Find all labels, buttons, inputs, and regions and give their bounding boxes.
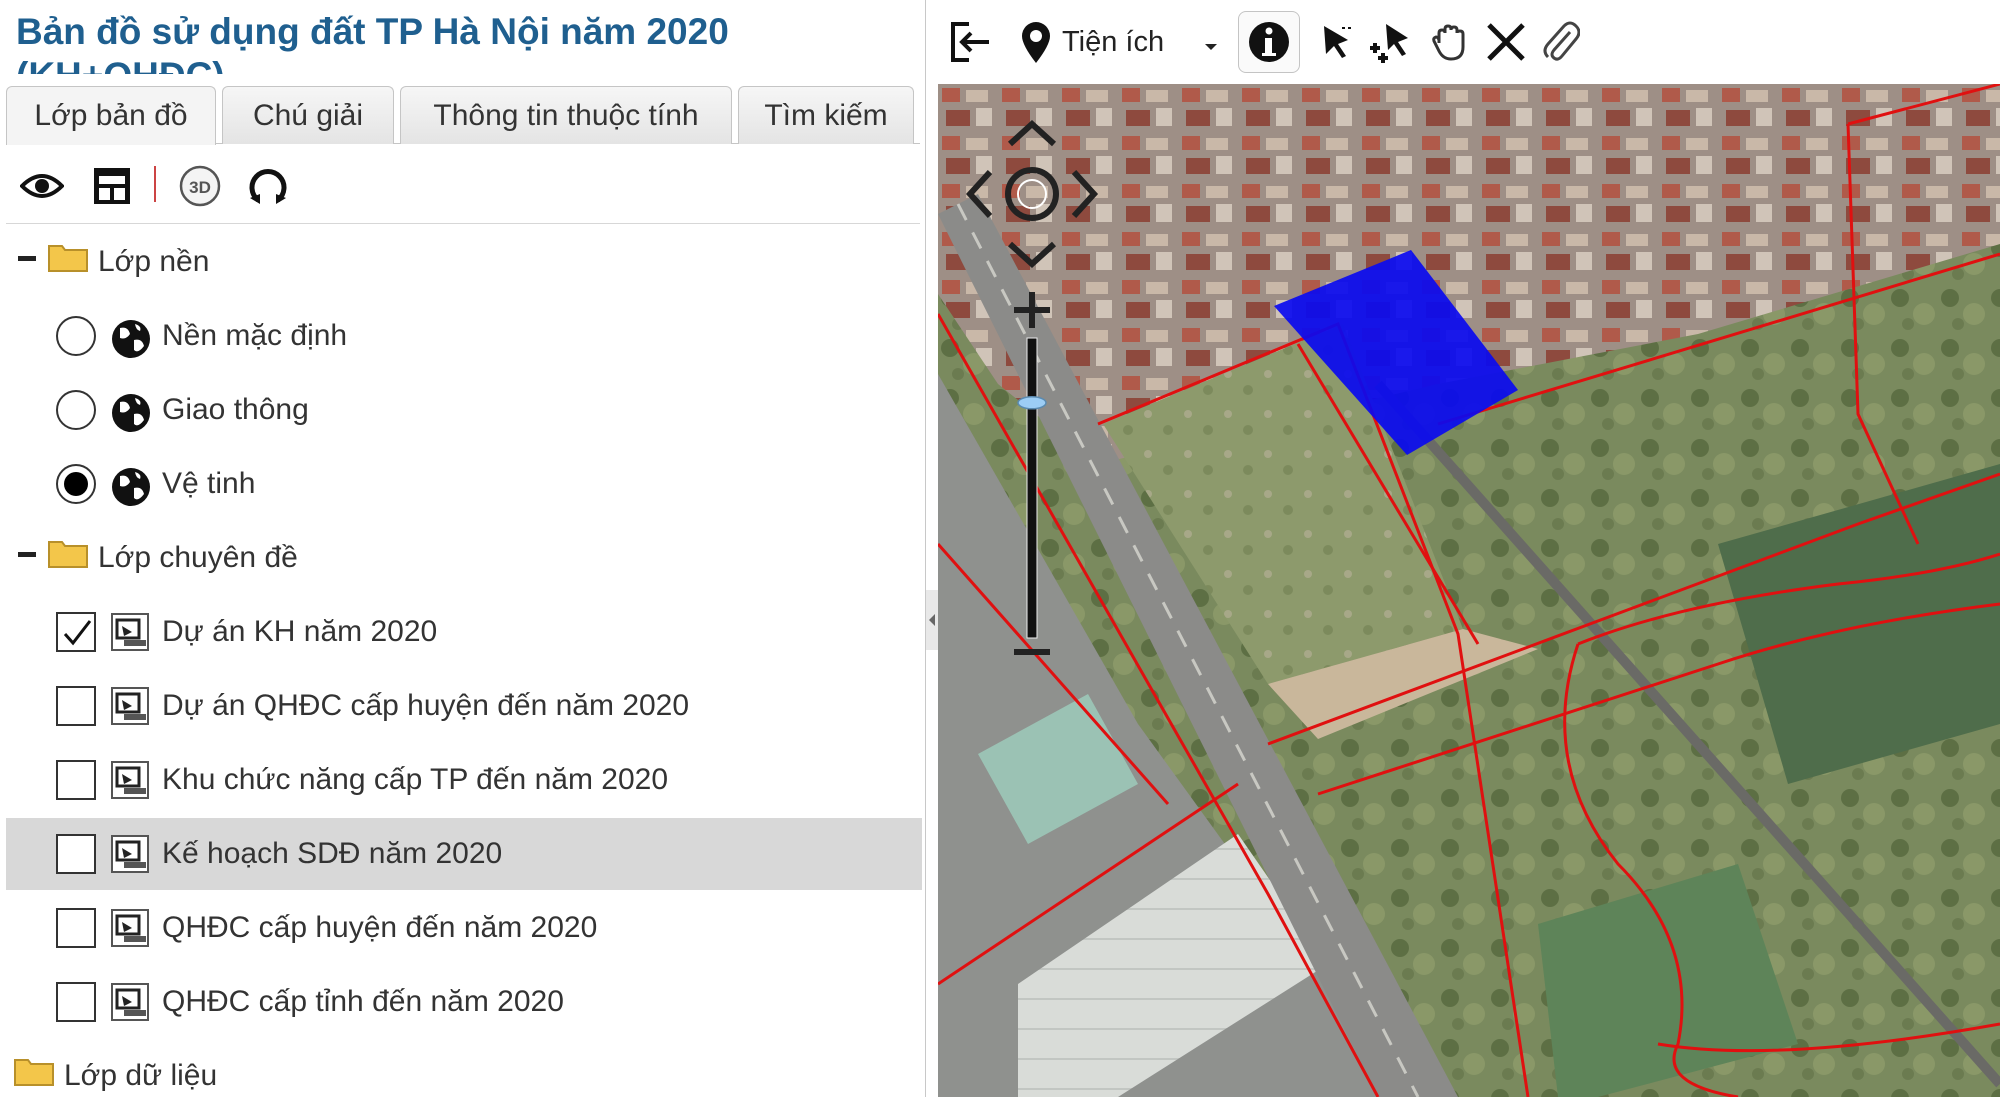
checkbox-checked[interactable] xyxy=(56,612,96,652)
tree-item-label: Vệ tinh xyxy=(162,467,256,500)
tree-item-label: QHĐC cấp tỉnh đến năm 2020 xyxy=(162,985,564,1018)
info-button[interactable] xyxy=(1238,11,1300,73)
layer-icon xyxy=(111,761,149,799)
pan-down-icon[interactable] xyxy=(1007,241,1057,269)
pin-icon[interactable] xyxy=(1016,16,1056,68)
tree-item-functional-zone[interactable]: Khu chức năng cấp TP đến năm 2020 xyxy=(6,744,922,816)
layer-icon xyxy=(111,613,149,651)
layer-icon xyxy=(111,687,149,725)
tab-attribute-info[interactable]: Thông tin thuộc tính xyxy=(400,86,732,144)
tree-item-land-use-plan[interactable]: Kế hoạch SDĐ năm 2020 xyxy=(6,818,922,890)
map-toolbar: Tiện ích xyxy=(938,0,2000,84)
select-arrow-icon[interactable] xyxy=(1314,16,1362,68)
tree-item-basemap-satellite[interactable]: Vệ tinh xyxy=(6,448,922,520)
tree-item-label: Khu chức năng cấp TP đến năm 2020 xyxy=(162,763,669,796)
toolbar-divider xyxy=(154,166,156,202)
zoom-slider-knob[interactable] xyxy=(1017,396,1047,410)
radio-button[interactable] xyxy=(56,316,96,356)
globe-icon xyxy=(112,394,150,432)
tree-group-label: Lớp chuyên đề xyxy=(98,541,298,574)
zoom-in-icon[interactable] xyxy=(1014,292,1050,328)
table-icon[interactable] xyxy=(88,162,136,210)
close-icon[interactable] xyxy=(1482,16,1530,68)
layer-tree: Lớp nền Nền mặc định Giao thông Vệ tinh xyxy=(0,226,925,1097)
multi-select-icon[interactable] xyxy=(1366,16,1418,68)
app-window: Bản đồ sử dụng đất TP Hà Nội năm 2020 (K… xyxy=(0,0,2000,1097)
folder-icon xyxy=(14,1059,54,1086)
tree-group-label: Lớp nền xyxy=(98,245,210,278)
pan-hand-icon[interactable] xyxy=(1426,16,1474,68)
tree-item-qhdc-district[interactable]: QHĐC cấp huyện đến năm 2020 xyxy=(6,892,922,964)
pan-right-icon[interactable] xyxy=(1071,169,1099,219)
check-icon xyxy=(63,620,92,646)
tab-map-layers[interactable]: Lớp bản đồ xyxy=(6,86,216,145)
tree-item-label: Giao thông xyxy=(162,393,309,426)
layer-panel: Bản đồ sử dụng đất TP Hà Nội năm 2020 (K… xyxy=(0,0,926,1097)
pan-left-icon[interactable] xyxy=(965,169,993,219)
tree-item-label: Kế hoạch SDĐ năm 2020 xyxy=(162,837,503,870)
checkbox[interactable] xyxy=(56,982,96,1022)
tree-item-label: Dự án KH năm 2020 xyxy=(162,615,438,648)
folder-icon xyxy=(48,541,88,568)
panel-tabs: Lớp bản đồ Chú giải Thông tin thuộc tính… xyxy=(6,86,920,145)
page-title: Bản đồ sử dụng đất TP Hà Nội năm 2020 (K… xyxy=(16,11,729,74)
radio-button[interactable] xyxy=(56,390,96,430)
radio-button-selected[interactable] xyxy=(56,464,96,504)
3d-icon[interactable]: 3D xyxy=(176,162,224,210)
tree-item-label: QHĐC cấp huyện đến năm 2020 xyxy=(162,911,598,944)
tree-item-label: Dự án QHĐC cấp huyện đến năm 2020 xyxy=(162,689,690,722)
tree-item-qhdc-province[interactable]: QHĐC cấp tỉnh đến năm 2020 xyxy=(6,966,922,1038)
tree-item-project-kh-2020[interactable]: Dự án KH năm 2020 xyxy=(6,596,922,668)
checkbox[interactable] xyxy=(56,834,96,874)
panel-collapse-handle[interactable] xyxy=(926,590,938,650)
tab-legend[interactable]: Chú giải xyxy=(222,86,394,144)
utilities-menu[interactable]: Tiện ích xyxy=(1062,16,1180,68)
refresh-icon[interactable] xyxy=(244,162,292,210)
layer-icon xyxy=(111,909,149,947)
layer-icon xyxy=(111,835,149,873)
tree-group-data[interactable]: Lớp dữ liệu xyxy=(6,1040,922,1097)
folder-icon xyxy=(48,245,88,272)
layer-toolbar: 3D xyxy=(6,148,920,224)
tree-group-base[interactable]: Lớp nền xyxy=(6,226,922,298)
tree-item-label: Nền mặc định xyxy=(162,319,348,352)
checkbox[interactable] xyxy=(56,686,96,726)
collapse-icon[interactable] xyxy=(18,552,36,557)
pan-up-icon[interactable] xyxy=(1007,119,1057,147)
svg-text:3D: 3D xyxy=(189,178,211,197)
tree-item-basemap-traffic[interactable]: Giao thông xyxy=(6,374,922,446)
eye-icon[interactable] xyxy=(18,162,66,210)
checkbox[interactable] xyxy=(56,760,96,800)
paperclip-icon[interactable] xyxy=(1536,16,1584,68)
globe-icon xyxy=(112,468,150,506)
collapse-icon[interactable] xyxy=(18,256,36,261)
globe-icon xyxy=(112,320,150,358)
checkbox[interactable] xyxy=(56,908,96,948)
zoom-slider-track[interactable] xyxy=(1026,337,1038,639)
tab-search[interactable]: Tìm kiếm xyxy=(738,86,914,144)
tree-group-label: Lớp dữ liệu xyxy=(64,1059,218,1092)
map-view: Tiện ích xyxy=(938,0,2000,1097)
map-navigation-control xyxy=(965,110,1106,670)
info-icon xyxy=(1249,22,1289,62)
layer-icon xyxy=(111,983,149,1021)
dropdown-caret-icon[interactable] xyxy=(1200,16,1222,68)
tree-group-thematic[interactable]: Lớp chuyên đề xyxy=(6,522,922,594)
exit-icon[interactable] xyxy=(946,16,996,68)
tree-item-project-qhdc-district[interactable]: Dự án QHĐC cấp huyện đến năm 2020 xyxy=(6,670,922,742)
tree-item-basemap-default[interactable]: Nền mặc định xyxy=(6,300,922,372)
center-icon[interactable] xyxy=(1005,167,1059,221)
